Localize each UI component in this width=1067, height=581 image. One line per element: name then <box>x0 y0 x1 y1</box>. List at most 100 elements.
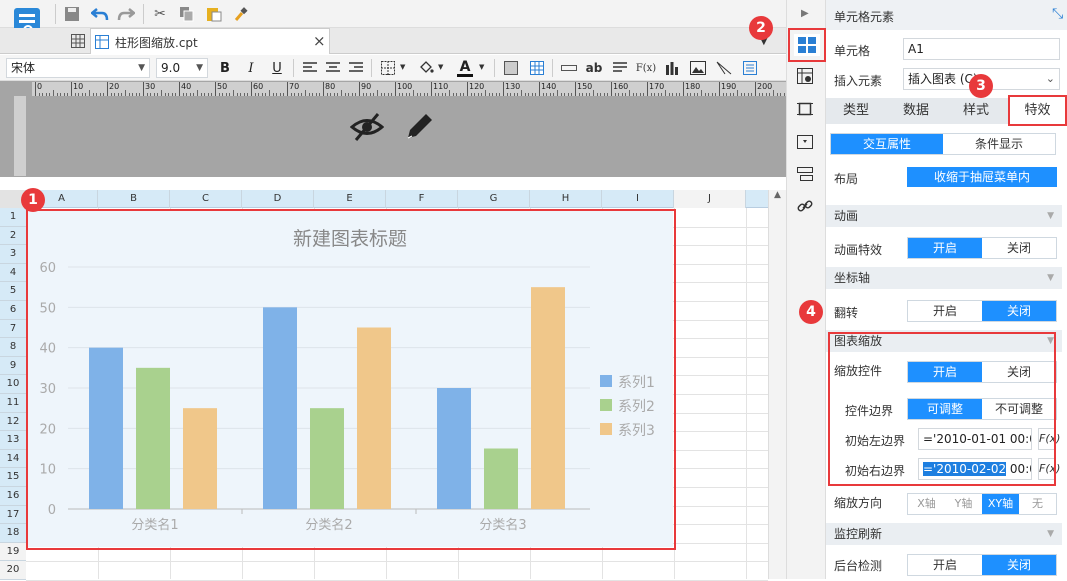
close-tab-icon[interactable]: × <box>313 32 326 50</box>
bold-button[interactable]: B <box>215 58 235 78</box>
ruler-tick <box>467 82 468 96</box>
insert-formula-button[interactable]: F(x) <box>636 58 656 78</box>
rich-text-icon[interactable] <box>610 58 630 78</box>
slash-line-icon[interactable] <box>714 58 734 78</box>
column-header-e[interactable]: E <box>314 190 386 208</box>
italic-button[interactable]: I <box>241 58 261 78</box>
backend-on[interactable]: 开启 <box>908 555 982 575</box>
step-badge-4: 4 <box>799 300 823 324</box>
ruler-minor-tick <box>495 93 497 96</box>
insert-text-button[interactable]: ab <box>584 58 604 78</box>
backend-off[interactable]: 关闭 <box>982 555 1056 575</box>
unmerge-cells-icon[interactable] <box>527 58 547 78</box>
chevron-down-icon[interactable]: ▼ <box>400 63 405 71</box>
fill-color-icon[interactable] <box>416 58 436 78</box>
condition-icon[interactable] <box>795 164 815 184</box>
chevron-down-icon: ▼ <box>196 63 203 73</box>
ruler-tick <box>251 82 252 96</box>
cell-element-highlight <box>788 28 826 62</box>
tab-data[interactable]: 数据 <box>886 98 946 124</box>
insert-chart-icon[interactable] <box>662 58 682 78</box>
animation-off[interactable]: 关闭 <box>982 238 1056 258</box>
ruler-minor-tick <box>780 93 782 96</box>
ruler-minor-tick <box>60 93 62 96</box>
ruler-tick <box>35 82 36 96</box>
expand-panel-icon[interactable]: ⤡ <box>1052 6 1063 22</box>
grid-view-icon[interactable] <box>68 31 88 51</box>
cell-field[interactable]: A1 <box>903 38 1060 60</box>
dir-none[interactable]: 无 <box>1019 494 1056 514</box>
ruler-tick <box>539 82 540 96</box>
save-icon[interactable] <box>62 4 82 24</box>
column-header-b[interactable]: B <box>98 190 170 208</box>
column-header-h[interactable]: H <box>530 190 602 208</box>
flip-on[interactable]: 开启 <box>908 301 982 321</box>
undo-icon[interactable] <box>90 4 110 24</box>
font-color-icon[interactable]: A <box>455 57 475 77</box>
copy-icon[interactable] <box>177 4 197 24</box>
vertical-scrollbar[interactable]: ▲ <box>768 190 786 579</box>
align-center-icon[interactable] <box>323 58 343 78</box>
cut-icon[interactable]: ✂ <box>150 4 170 24</box>
dir-x[interactable]: X轴 <box>908 494 945 514</box>
edit-header-icon[interactable] <box>402 110 436 147</box>
tab-type[interactable]: 类型 <box>826 98 886 124</box>
ruler-label: 110 <box>433 82 449 91</box>
column-header-g[interactable]: G <box>458 190 530 208</box>
chevron-down-icon[interactable]: ▼ <box>479 63 484 71</box>
hide-header-icon[interactable] <box>349 110 385 147</box>
format-brush-icon[interactable] <box>231 4 251 24</box>
column-header-i[interactable]: I <box>602 190 674 208</box>
align-right-icon[interactable] <box>346 58 366 78</box>
text-cell-icon[interactable] <box>559 58 579 78</box>
ruler-minor-tick <box>528 93 530 96</box>
ruler-minor-tick <box>294 93 296 96</box>
paste-icon[interactable] <box>204 4 224 24</box>
cell-attribute-icon[interactable] <box>795 66 815 86</box>
font-size-select[interactable]: 9.0 ▼ <box>156 58 208 78</box>
axis-section[interactable]: 坐标轴 ▼ <box>826 267 1062 289</box>
column-header-d[interactable]: D <box>242 190 314 208</box>
hyperlink-icon[interactable] <box>795 196 815 216</box>
merge-cells-icon[interactable] <box>501 58 521 78</box>
column-header-j[interactable]: J <box>674 190 746 208</box>
flip-off[interactable]: 关闭 <box>982 301 1056 321</box>
subtab-condition[interactable]: 条件显示 <box>943 134 1055 154</box>
insert-image-icon[interactable] <box>688 58 708 78</box>
underline-button[interactable]: U <box>267 58 287 78</box>
animation-on[interactable]: 开启 <box>908 238 982 258</box>
ruler-minor-tick <box>103 93 105 96</box>
column-header-c[interactable]: C <box>170 190 242 208</box>
layout-value-button[interactable]: 收缩于抽屉菜单内 <box>907 167 1057 187</box>
tab-style[interactable]: 样式 <box>946 98 1006 124</box>
align-left-icon[interactable] <box>300 58 320 78</box>
ruler-minor-tick <box>420 93 422 96</box>
sub-report-icon[interactable] <box>740 58 760 78</box>
subtab-interaction[interactable]: 交互属性 <box>831 134 943 154</box>
caret-down-icon: ▼ <box>1047 273 1054 283</box>
widget-icon[interactable] <box>795 132 815 152</box>
ruler-minor-tick <box>373 93 375 96</box>
chevron-down-icon[interactable]: ▼ <box>438 63 443 71</box>
monitor-section[interactable]: 监控刷新 ▼ <box>826 523 1062 545</box>
ruler-minor-tick <box>560 93 562 96</box>
ruler-minor-tick <box>269 90 270 96</box>
scroll-up-icon[interactable]: ▲ <box>769 190 786 200</box>
file-tab[interactable]: 柱形图缩放.cpt × <box>90 28 330 54</box>
ruler-minor-tick <box>362 93 364 96</box>
animation-section[interactable]: 动画 ▼ <box>826 205 1062 227</box>
insert-element-label: 插入元素 <box>834 74 883 88</box>
dir-xy[interactable]: XY轴 <box>982 494 1019 514</box>
ruler-minor-tick <box>186 93 188 96</box>
ruler-minor-tick <box>319 93 321 96</box>
ruler-minor-tick <box>99 93 101 96</box>
dir-y[interactable]: Y轴 <box>945 494 982 514</box>
border-icon[interactable] <box>378 58 398 78</box>
float-element-icon[interactable] <box>795 99 815 119</box>
column-header-f[interactable]: F <box>386 190 458 208</box>
ruler-minor-tick <box>618 93 620 96</box>
ruler-minor-tick <box>485 90 486 96</box>
font-family-select[interactable]: 宋体 ▼ <box>6 58 150 78</box>
redo-icon[interactable] <box>116 4 136 24</box>
collapse-arrow-icon[interactable]: ▶ <box>801 8 809 19</box>
